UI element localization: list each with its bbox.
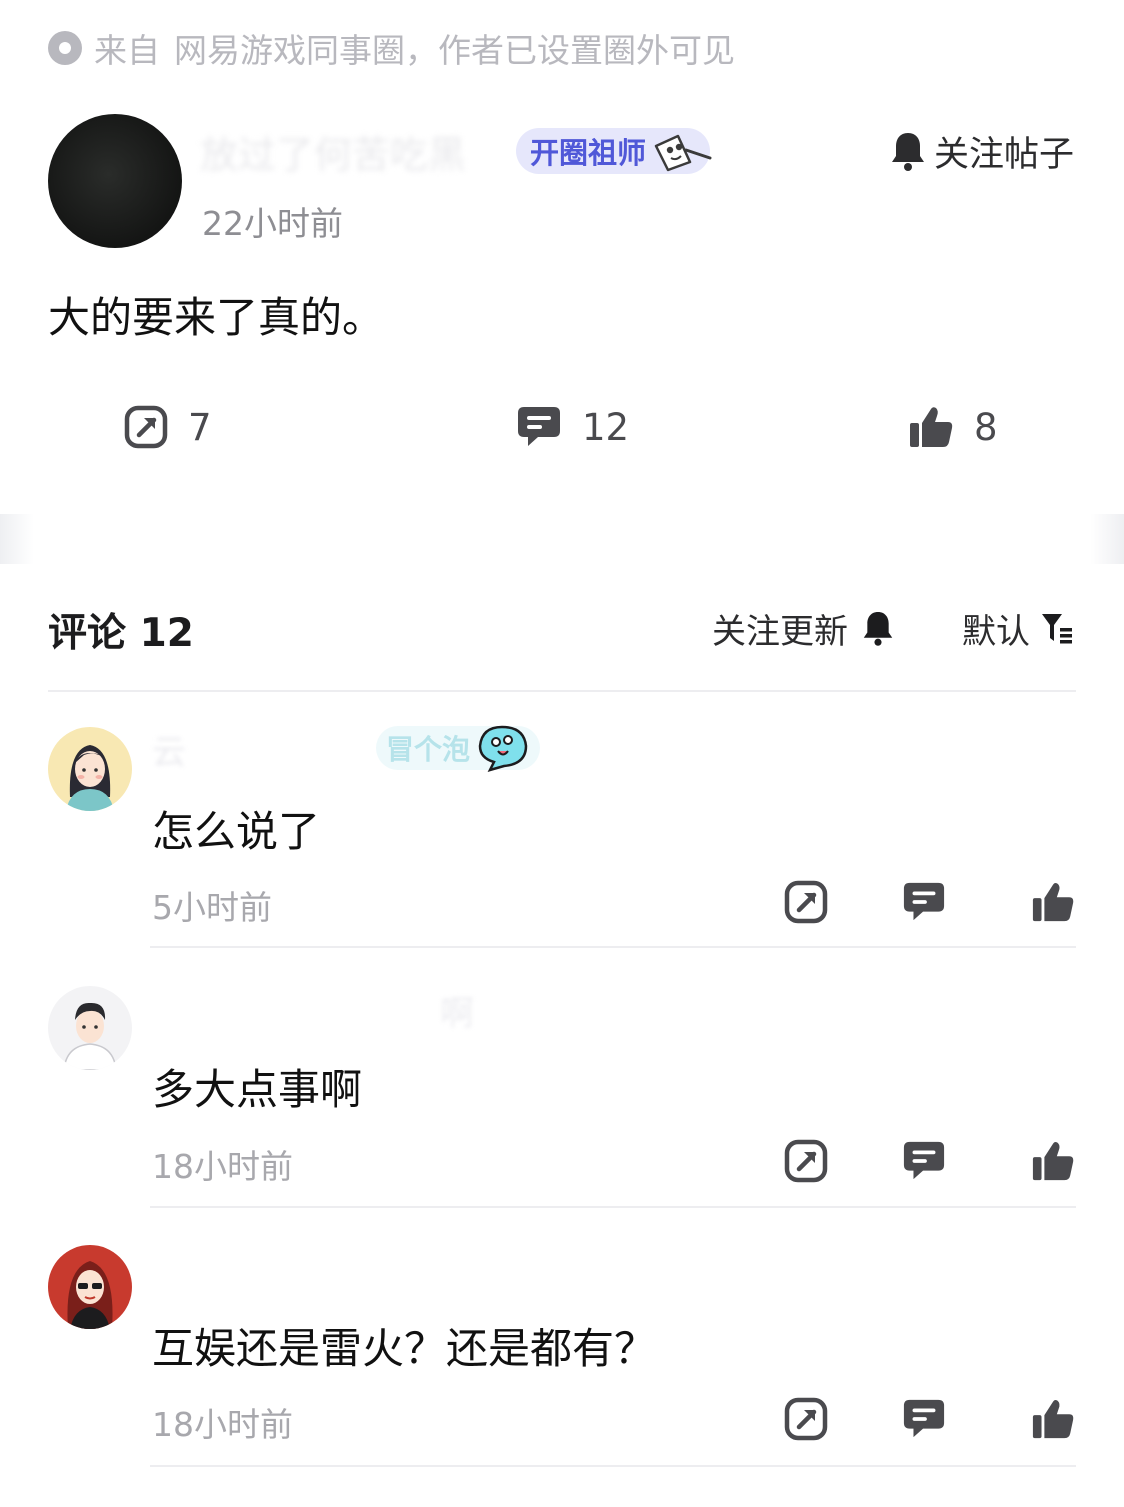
comment-divider [150,1206,1076,1208]
author-badge[interactable]: 开圈祖师 [516,128,712,174]
section-divider [0,514,1124,564]
comment-text: 怎么说了 [152,807,321,856]
author-avatar[interactable] [48,114,182,248]
comment-icon [518,407,560,446]
comment-icon[interactable] [902,1397,946,1441]
badge-mascot-icon [654,134,712,172]
comment-time: 5小时前 [152,888,272,927]
comments-title: 评论 12 [48,611,194,656]
like-count: 8 [974,405,998,449]
share-icon[interactable] [784,880,828,924]
comment-divider [150,1465,1076,1467]
comment-time: 18小时前 [152,1147,293,1186]
comment-avatar[interactable] [48,727,132,811]
comment-time: 18小时前 [152,1405,293,1444]
header-divider [48,690,1076,692]
comment-text: 多大点事啊 [152,1065,363,1114]
follow-updates-label: 关注更新 [712,611,848,652]
share-count: 7 [188,405,212,449]
bell-icon [863,612,893,646]
share-button[interactable]: 7 [124,400,212,454]
post-time: 22小时前 [202,204,343,243]
thumbs-up-icon[interactable] [1031,880,1075,924]
post-body: 大的要来了真的。 [48,293,385,342]
comment-button[interactable]: 12 [516,400,629,454]
follow-updates-button[interactable]: 关注更新 [712,604,894,652]
source-community[interactable]: 网易游戏同事圈，作者已设置圈外可见 [174,24,735,72]
comment-icon[interactable] [902,880,946,924]
avatar-woman-sunglasses-icon [48,1245,132,1329]
follow-post-label: 关注帖子 [933,134,1074,175]
badge-label: 开圈祖师 [530,136,647,170]
avatar-woman-icon [48,727,132,811]
avatar-man-icon [48,986,132,1070]
comment-divider [150,946,1076,948]
bell-icon [891,133,924,171]
comment-count: 12 [582,405,630,449]
comment-text: 互娱还是雷火？还是都有？ [152,1324,657,1373]
thumbs-up-icon[interactable] [1031,1397,1075,1441]
author-name[interactable]: 放过了何苦吃黑 [200,124,500,178]
comment-avatar[interactable] [48,986,132,1070]
badge-label: 冒个泡 [386,733,471,766]
comment-author-name[interactable]: 云 [152,725,186,774]
comment-avatar[interactable] [48,1245,132,1329]
thumbs-up-icon[interactable] [1031,1139,1075,1183]
comment-icon[interactable] [902,1139,946,1183]
comment-author-name[interactable]: 啊 [440,986,474,1035]
filter-icon [1042,614,1072,644]
share-icon [124,405,168,449]
sort-dropdown[interactable]: 默认 [962,604,1074,652]
comment-author-badge[interactable]: 冒个泡 [376,725,541,772]
like-button[interactable]: 8 [908,400,998,454]
bubble-mascot-icon [478,725,528,772]
source-line: 来自 网易游戏同事圈，作者已设置圈外可见 [48,26,735,70]
source-prefix: 来自 [94,31,160,70]
share-icon[interactable] [784,1139,828,1183]
follow-post-button[interactable]: 关注帖子 [890,128,1074,175]
share-icon[interactable] [784,1397,828,1441]
sort-label: 默认 [962,611,1030,652]
circle-dot-icon [48,31,82,65]
thumbs-up-icon [910,407,953,447]
